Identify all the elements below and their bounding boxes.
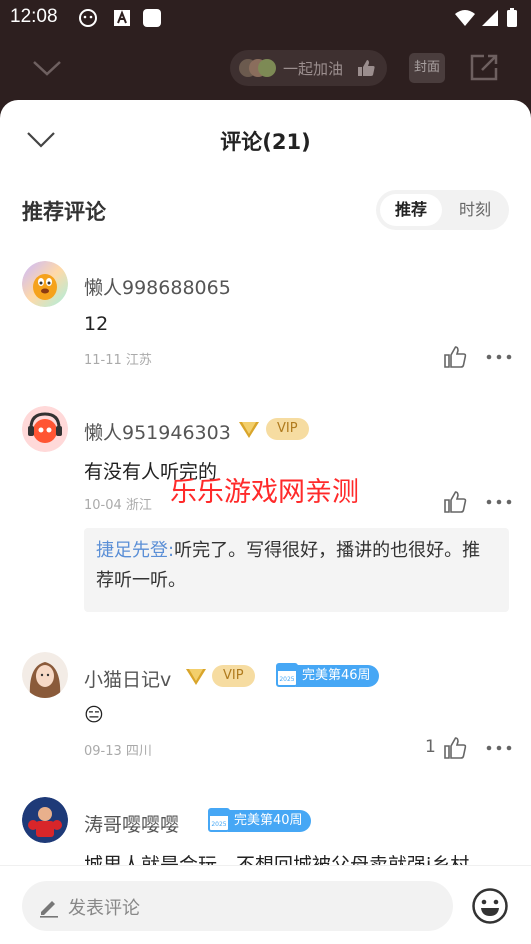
status-bar: 12:08 xyxy=(0,0,531,38)
sort-toggle: 推荐 时刻 xyxy=(376,190,509,230)
avatar[interactable] xyxy=(22,406,68,452)
comment-input[interactable]: 发表评论 xyxy=(22,881,453,931)
comment-sheet: 评论(21) 推荐评论 推荐 时刻 懒人998688065 12 11-11 江… xyxy=(0,100,531,944)
comment-username[interactable]: 懒人998688065 xyxy=(84,273,231,300)
tab-time[interactable]: 时刻 xyxy=(444,194,506,226)
sheet-title: 评论(21) xyxy=(220,130,311,154)
calendar-badge-icon: 2025 xyxy=(208,808,230,832)
vip-crown-icon xyxy=(239,422,259,438)
chevron-down-icon[interactable] xyxy=(32,60,62,78)
reply-box[interactable]: 捷足先登:听完了。写得很好，播讲的也很好。推荐听一听。 xyxy=(84,528,509,612)
tab-recommended[interactable]: 推荐 xyxy=(380,194,442,226)
calendar-badge-icon: 2025 xyxy=(276,663,298,687)
vip-badge: VIP xyxy=(266,418,309,440)
pen-icon xyxy=(40,901,58,918)
thumb-up-icon[interactable] xyxy=(443,736,467,760)
vip-badge: VIP xyxy=(212,665,255,687)
square-app-icon xyxy=(143,9,161,27)
watermark-text: 乐乐游戏网亲测 xyxy=(170,477,359,508)
avatar[interactable] xyxy=(22,261,68,307)
comment-input-placeholder: 发表评论 xyxy=(68,898,140,919)
badge-year: 2025 xyxy=(211,821,226,828)
more-dots-icon[interactable] xyxy=(486,499,512,505)
wifi-icon xyxy=(455,10,475,26)
face-app-icon xyxy=(79,9,97,27)
like-count: 1 xyxy=(425,737,436,757)
section-title: 推荐评论 xyxy=(22,200,106,224)
weekly-badge-label: 完美第40周 xyxy=(228,810,311,832)
share-icon[interactable] xyxy=(468,52,500,82)
vip-crown-icon xyxy=(186,669,206,685)
cheer-label: 一起加油 xyxy=(283,60,344,78)
comment-meta: 09-13 四川 xyxy=(84,744,152,759)
font-app-icon xyxy=(114,10,130,26)
thumb-up-icon xyxy=(358,60,375,76)
comment-meta: 10-04 浙江 xyxy=(84,498,152,513)
cheer-pill[interactable]: 一起加油 xyxy=(230,50,387,86)
comment-text: 😑 xyxy=(84,704,104,726)
weekly-badge-label: 完美第46周 xyxy=(296,665,379,687)
badge-year: 2025 xyxy=(279,676,294,683)
thumb-up-icon[interactable] xyxy=(443,345,467,369)
thumb-up-icon[interactable] xyxy=(443,490,467,514)
more-dots-icon[interactable] xyxy=(486,354,512,360)
comment-text: 12 xyxy=(84,313,109,335)
comment-meta: 11-11 江苏 xyxy=(84,353,152,368)
listener-avatars-icon xyxy=(239,59,276,77)
emoji-icon[interactable] xyxy=(471,887,509,925)
comment-username[interactable]: 小猫日记v xyxy=(84,665,171,692)
more-dots-icon[interactable] xyxy=(486,745,512,751)
signal-icon xyxy=(482,10,498,26)
comment-username[interactable]: 涛哥嘤嘤嘤 xyxy=(84,810,179,837)
battery-icon xyxy=(507,8,517,27)
status-time: 12:08 xyxy=(10,6,58,27)
comment-username[interactable]: 懒人951946303 xyxy=(84,418,231,445)
comment-input-bar: 发表评论 xyxy=(0,865,531,944)
avatar[interactable] xyxy=(22,797,68,843)
avatar[interactable] xyxy=(22,652,68,698)
cover-button[interactable]: 封面 xyxy=(409,53,445,83)
reply-username[interactable]: 捷足先登: xyxy=(96,540,174,561)
